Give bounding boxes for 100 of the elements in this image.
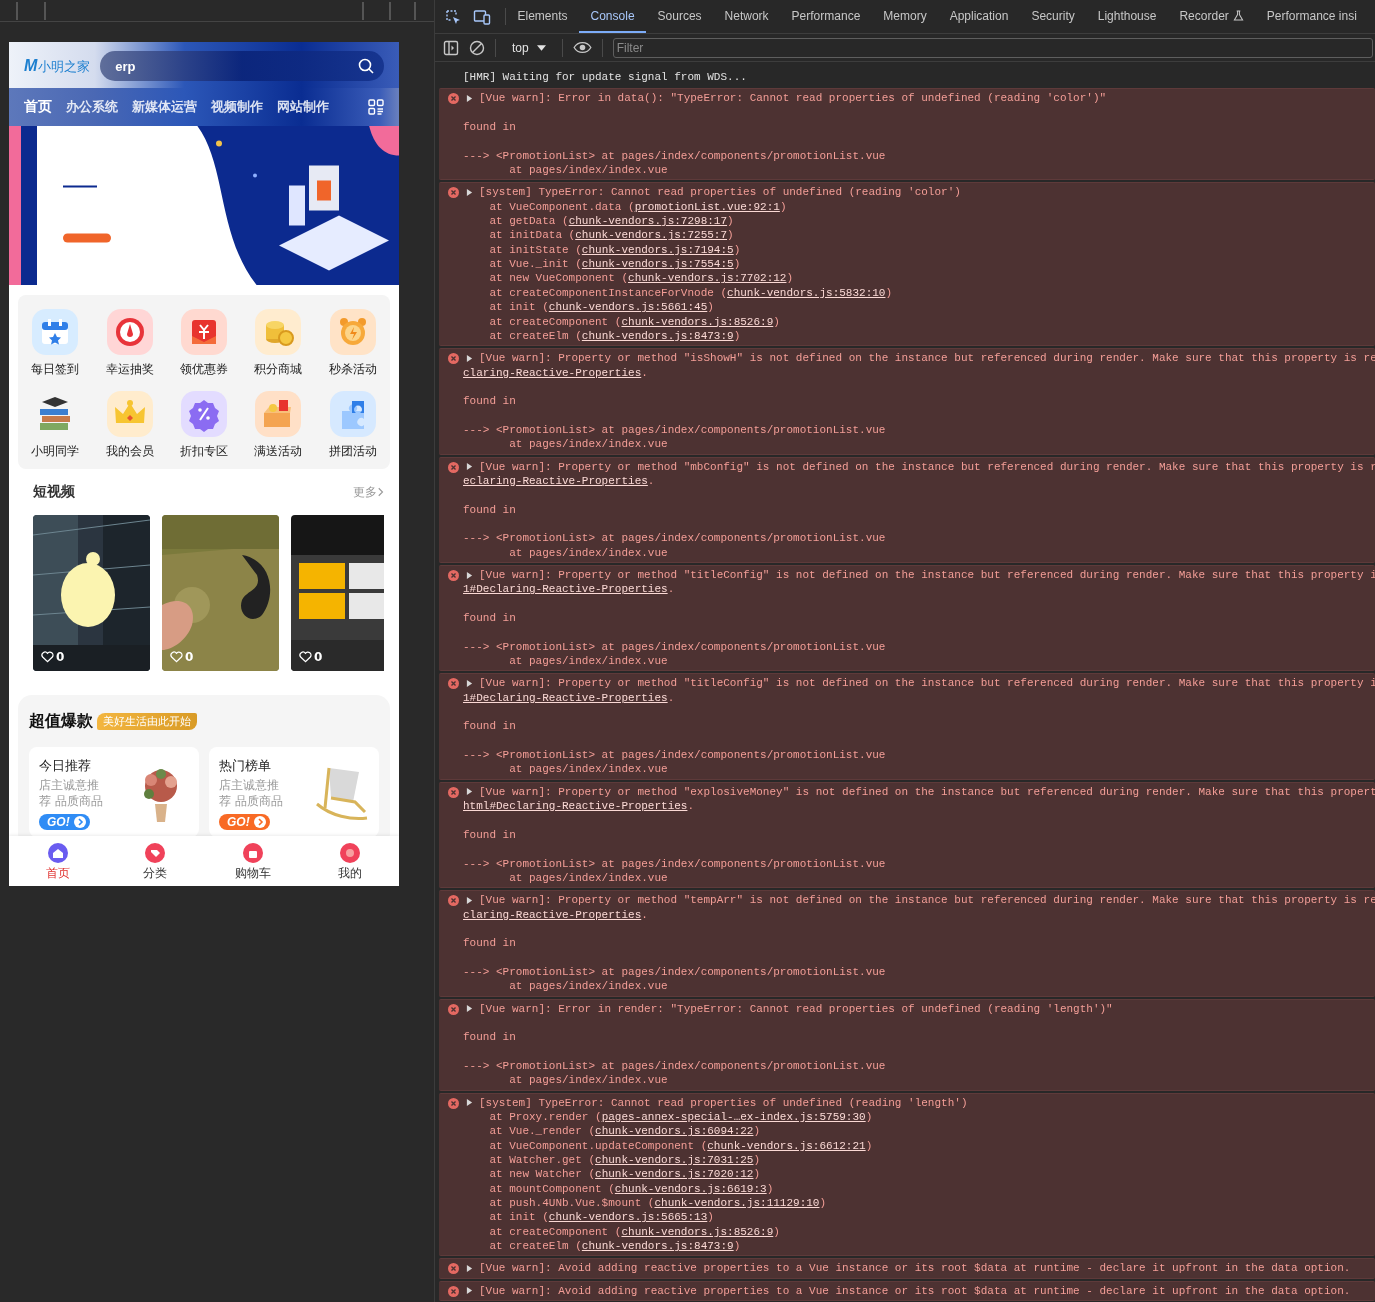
- source-link[interactable]: chunk-vendors.js:8526:9: [621, 1225, 774, 1238]
- shortcut-label[interactable]: 折扣专区: [180, 444, 228, 459]
- message-text: [system] TypeError: Cannot read properties of undefined (reading 'length'): [479, 1095, 968, 1111]
- message-line: at pages/index/index.vue: [508, 437, 669, 452]
- nav-tab[interactable]: 视频制作: [211, 98, 263, 116]
- shortcut-label[interactable]: 领优惠券: [180, 362, 228, 377]
- source-link[interactable]: chunk-vendors.js:6612:21: [707, 1139, 866, 1152]
- shortcut-label[interactable]: 满送活动: [254, 444, 303, 459]
- message-line: at createComponentInstanceForVnode (chunk-vendors.js:5832:10): [488, 285, 894, 301]
- message-line: html#Declaring-Reactive-Properties.: [463, 799, 696, 814]
- devtools-tab[interactable]: Memory: [871, 0, 939, 33]
- message-line: at pages/index/index.vue: [508, 762, 669, 777]
- message-line: at pages/index/index.vue: [508, 654, 669, 669]
- message-line: at getData (chunk-vendors.js:7298:17): [488, 214, 735, 229]
- message-line: at Vue._render (chunk-vendors.js:6094:22): [488, 1124, 762, 1139]
- context-dropdown[interactable]: top: [506, 40, 552, 55]
- devtools-tab[interactable]: Performance: [780, 0, 872, 33]
- source-link[interactable]: chunk-vendors.js:6094:22: [595, 1125, 754, 1138]
- source-link[interactable]: chunk-vendors.js:5832:10: [727, 286, 886, 299]
- message-line: at new VueComponent (chunk-vendors.js:7702:12): [488, 271, 795, 286]
- message-line: ---> <PromotionList> at pages/index/components/promotionList.vue: [463, 964, 887, 980]
- message-line: at push.4UNb.Vue.$mount (chunk-vendors.js:11129:10): [488, 1196, 828, 1211]
- message-line: found in: [463, 719, 517, 734]
- message-line: at createComponent (chunk-vendors.js:8526:9): [488, 314, 781, 329]
- source-link[interactable]: chunk-vendors.js:8473:9: [581, 329, 734, 342]
- shortcut-label[interactable]: 幸运抽奖: [105, 362, 154, 377]
- source-link[interactable]: pages-annex-special-…ex-index.js:5759:30: [601, 1111, 866, 1124]
- devtools-tab[interactable]: Sources: [646, 0, 714, 33]
- message-line: found in: [463, 936, 517, 951]
- message-line: ---> <PromotionList> at pages/index/components/promotionList.vue: [463, 422, 887, 438]
- source-link[interactable]: chunk-vendors.js:7255:7: [575, 229, 728, 242]
- message-line: at initState (chunk-vendors.js:7194:5): [488, 242, 742, 258]
- tab-bar-item[interactable]: 我的: [301, 836, 399, 886]
- message-line: found in: [463, 827, 517, 843]
- tab-bar-item[interactable]: 购物车: [204, 836, 302, 886]
- message-line: ---> <PromotionList> at pages/index/components/promotionList.vue: [463, 531, 887, 546]
- source-link[interactable]: chunk-vendors.js:5661:45: [548, 301, 708, 314]
- shortcut-label[interactable]: 小明同学: [31, 444, 80, 459]
- devtools-tab[interactable]: Performance insi: [1255, 0, 1369, 33]
- source-link[interactable]: chunk-vendors.js:6619:3: [614, 1182, 767, 1195]
- message-line: at init (chunk-vendors.js:5665:13): [488, 1210, 715, 1225]
- shortcut-label[interactable]: 秒杀活动: [328, 362, 377, 377]
- devtools-tab[interactable]: Lighthouse: [1086, 0, 1168, 33]
- shortcut-label[interactable]: 每日签到: [31, 362, 80, 377]
- source-link[interactable]: chunk-vendors.js:7702:12: [628, 272, 787, 285]
- source-link[interactable]: claring-Reactive-Properties: [463, 908, 642, 921]
- message-line: at VueComponent.updateComponent (chunk-vendors.js:6612:21): [488, 1138, 874, 1154]
- source-link[interactable]: chunk-vendors.js:5665:13: [548, 1211, 708, 1224]
- search-field[interactable]: erp: [100, 51, 384, 81]
- card-description: 店主诚意推荐 品质商品: [219, 777, 284, 809]
- source-link[interactable]: chunk-vendors.js:7298:17: [568, 215, 728, 228]
- tab-bar-item[interactable]: 分类: [106, 836, 204, 886]
- source-link[interactable]: chunk-vendors.js:8526:9: [621, 315, 774, 328]
- source-link[interactable]: chunk-vendors.js:7020:12: [595, 1168, 754, 1181]
- devtools-tab[interactable]: Recorder: [1167, 0, 1256, 33]
- message-line: ---> <PromotionList> at pages/index/components/promotionList.vue: [463, 148, 887, 164]
- source-link[interactable]: promotionList.vue:92:1: [634, 200, 780, 213]
- message-line: claring-Reactive-Properties.: [463, 907, 649, 922]
- source-link[interactable]: chunk-vendors.js:7554:5: [581, 258, 734, 271]
- message-line: at pages/index/index.vue: [508, 1073, 669, 1088]
- nav-tab[interactable]: 首页: [24, 98, 52, 116]
- source-link[interactable]: chunk-vendors.js:7031:25: [595, 1154, 754, 1167]
- source-link[interactable]: claring-Reactive-Properties: [463, 366, 642, 379]
- log-text: [HMR] Waiting for update signal from WDS...: [463, 70, 748, 85]
- message-line: at mountComponent (chunk-vendors.js:6619:3): [488, 1181, 775, 1197]
- shortcut-label[interactable]: 积分商城: [254, 362, 303, 377]
- devtools-tab[interactable]: Console: [579, 0, 647, 33]
- message-line: found in: [463, 611, 517, 626]
- card-title: 今日推荐: [39, 757, 92, 775]
- section-title: 短视频: [33, 483, 75, 501]
- source-link[interactable]: 1#Declaring-Reactive-Properties: [463, 691, 668, 704]
- message-text: [Vue warn]: Property or method "explosiveMoney" is not defined on the instance but referenced during render. Make sure that this propert: [479, 784, 1375, 800]
- devtools-tab[interactable]: Network: [713, 0, 781, 33]
- source-link[interactable]: html#Declaring-Reactive-Properties: [463, 800, 688, 813]
- message-line: at Proxy.render (pages-annex-special-…ex-index.js:5759:30): [488, 1110, 874, 1125]
- nav-tab[interactable]: 办公系统: [66, 98, 118, 116]
- message-text: [Vue warn]: Avoid adding reactive properties to a Vue instance or its root $data at runtime - declare it upfront in the data option.: [479, 1283, 1351, 1299]
- message-line: found in: [463, 502, 517, 517]
- source-link[interactable]: 1#Declaring-Reactive-Properties: [463, 583, 668, 596]
- message-line: at createElm (chunk-vendors.js:8473:9): [488, 328, 742, 344]
- like-count: 0: [314, 650, 323, 664]
- devtools-tab[interactable]: Application: [938, 0, 1020, 33]
- source-link[interactable]: chunk-vendors.js:8473:9: [581, 1240, 734, 1253]
- source-link[interactable]: chunk-vendors.js:7194:5: [581, 243, 734, 256]
- shortcut-label[interactable]: 我的会员: [105, 444, 154, 459]
- nav-tab[interactable]: 新媒体运营: [132, 98, 197, 116]
- card-description: 店主诚意推荐 品质商品: [39, 777, 104, 809]
- section-title: 超值爆款: [29, 710, 93, 732]
- brand-name: 小明之家: [38, 57, 91, 76]
- filter-field[interactable]: Filter: [612, 37, 1373, 58]
- source-link[interactable]: chunk-vendors.js:11129:10: [654, 1197, 820, 1210]
- message-line: ---> <PromotionList> at pages/index/components/promotionList.vue: [463, 1059, 887, 1074]
- source-link[interactable]: eclaring-Reactive-Properties: [463, 474, 648, 487]
- nav-tab[interactable]: 网站制作: [277, 98, 329, 116]
- message-line: at new Watcher (chunk-vendors.js:7020:12): [488, 1167, 762, 1182]
- devtools-tab[interactable]: Elements: [506, 0, 580, 33]
- devtools-tab[interactable]: Security: [1019, 0, 1087, 33]
- message-line: at pages/index/index.vue: [508, 163, 669, 178]
- shortcut-label[interactable]: 拼团活动: [328, 444, 377, 459]
- tab-bar-item[interactable]: 首页: [9, 836, 107, 886]
